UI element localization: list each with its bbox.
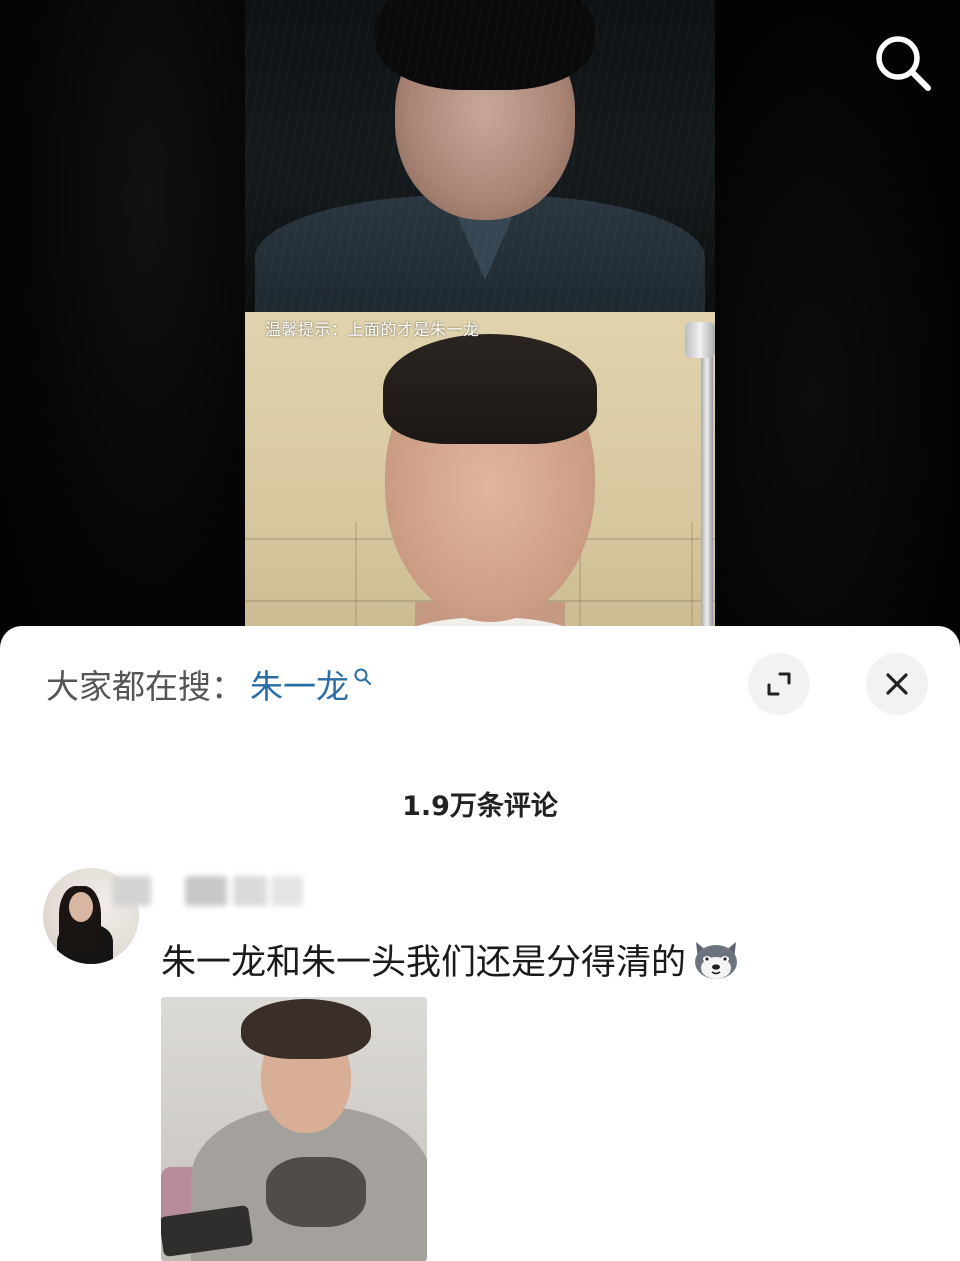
hot-search-term[interactable]: 朱一龙	[250, 660, 349, 708]
video-caption: 温馨提示：上面的才是朱一龙	[265, 320, 480, 339]
comment-text: 朱一龙和朱一头我们还是分得清的	[161, 934, 742, 985]
video-frame-top	[245, 0, 715, 312]
husky-dog-emoji	[695, 941, 738, 979]
comment-count: 1.9万条评论	[402, 791, 558, 822]
comment-sheet: 大家都在搜： 朱一龙 1.9万条评论 朱一龙和朱一头我们还是分得清的	[0, 626, 960, 1261]
expand-icon	[767, 672, 791, 696]
expand-button[interactable]	[748, 653, 810, 715]
search-icon	[354, 668, 371, 685]
hot-search-prefix: 大家都在搜：	[46, 667, 244, 706]
video-player[interactable]: 温馨提示：上面的才是朱一龙	[0, 0, 960, 660]
search-button[interactable]	[868, 28, 938, 98]
comment-body: 朱一龙和朱一头我们还是分得清的	[161, 943, 687, 983]
comment-image[interactable]	[161, 997, 427, 1261]
rain-overlay	[245, 0, 715, 312]
video-frame-bottom	[245, 312, 715, 660]
video-blur-background-right	[715, 0, 960, 660]
username-redacted	[113, 874, 303, 910]
shower-pipe	[701, 332, 713, 660]
close-icon	[886, 673, 908, 695]
hot-search-bar[interactable]: 大家都在搜： 朱一龙	[46, 662, 373, 706]
search-icon	[876, 36, 931, 91]
shower-knob	[685, 322, 715, 358]
close-button[interactable]	[866, 653, 928, 715]
video-blur-background-left	[0, 0, 245, 660]
person-hair	[383, 334, 597, 444]
